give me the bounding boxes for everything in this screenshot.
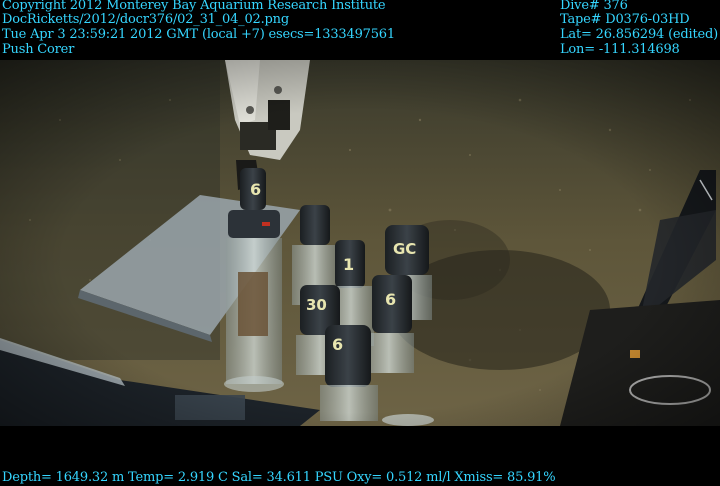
longitude-text: Lon= -111.314698 — [560, 42, 680, 57]
timestamp-text: Tue Apr 3 23:59:21 2012 GMT (local +7) e… — [2, 27, 395, 42]
vignette — [0, 60, 720, 426]
seafloor-video-frame: 6 1 GC 30 6 6 — [0, 60, 720, 426]
activity-text: Push Corer — [2, 42, 75, 57]
latitude-text: Lat= 26.856294 (edited) — [560, 27, 719, 42]
sensor-readout-text: Depth= 1649.32 m Temp= 2.919 C Sal= 34.6… — [2, 470, 556, 485]
file-path-text: DocRicketts/2012/docr376/02_31_04_02.png — [2, 12, 289, 27]
tape-text: Tape# D0376-03HD — [560, 12, 690, 27]
